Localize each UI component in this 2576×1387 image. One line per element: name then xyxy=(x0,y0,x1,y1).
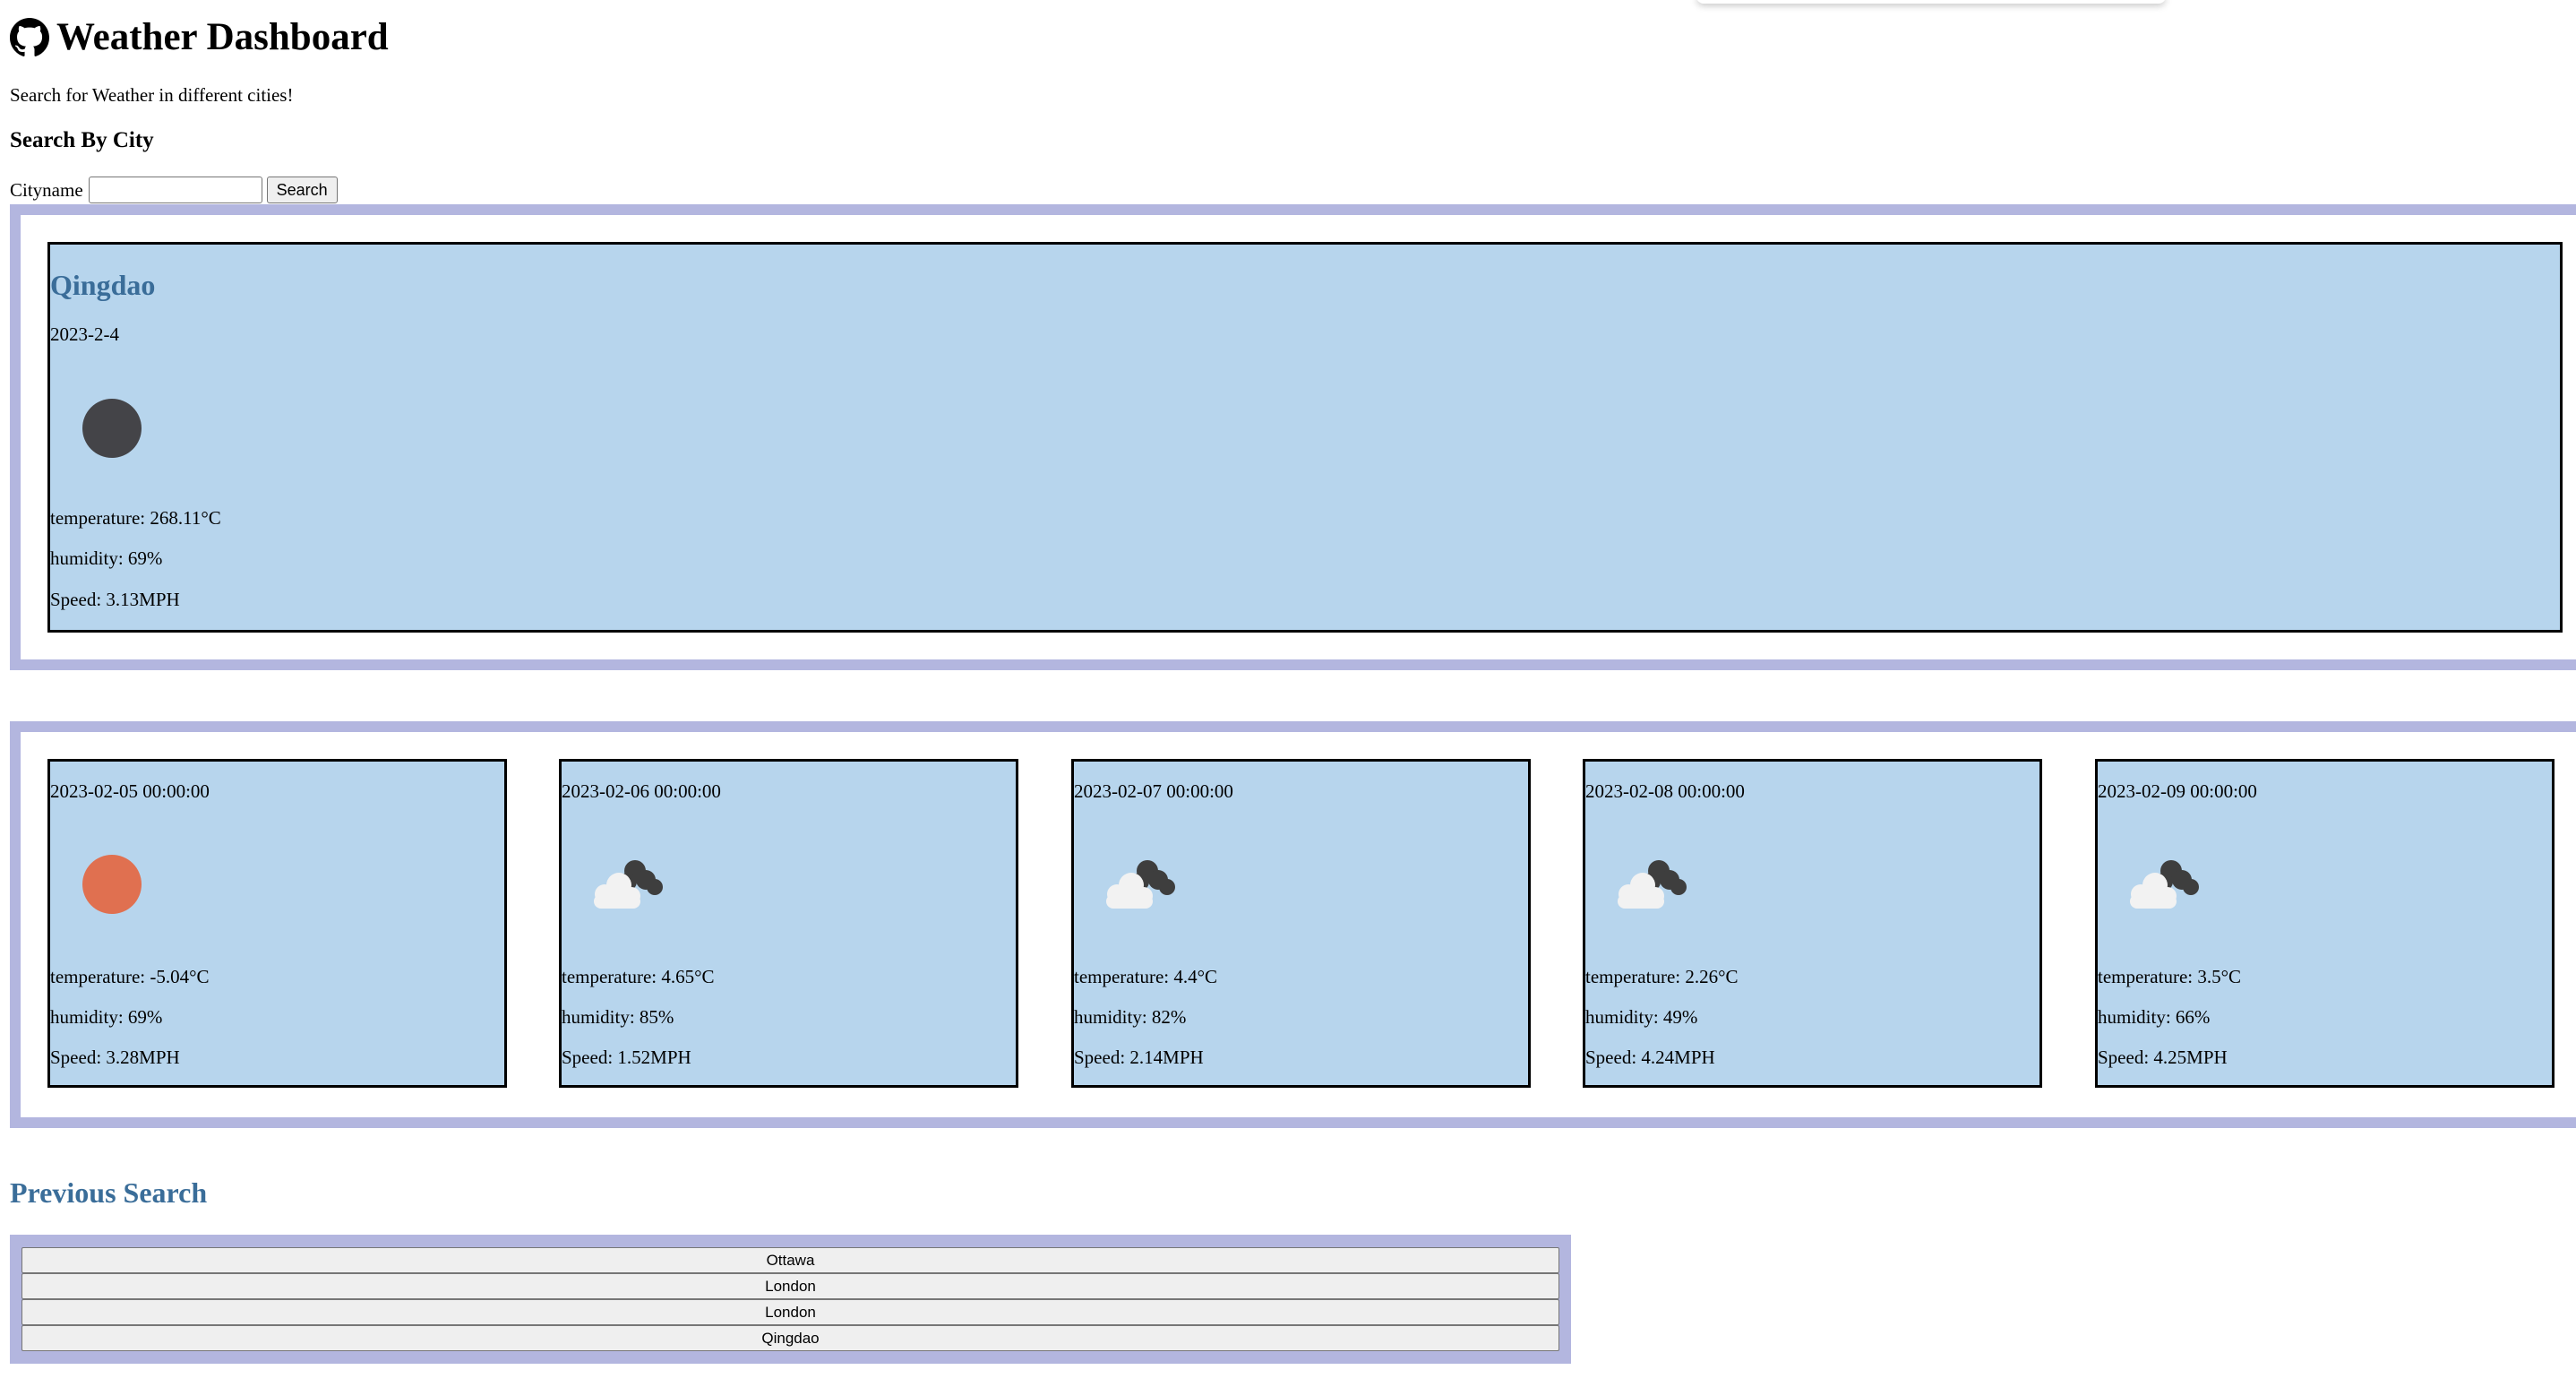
forecast-temperature: temperature: 4.65°C xyxy=(562,966,715,987)
history-item-ottawa[interactable]: Ottawa xyxy=(21,1247,1559,1273)
popup-edge xyxy=(1696,0,2166,4)
forecast-temperature: temperature: 4.4°C xyxy=(1074,966,1218,987)
forecast-date: 2023-02-09 00:00:00 xyxy=(2098,780,2257,802)
forecast-speed: Speed: 3.28MPH xyxy=(50,1047,180,1068)
broken-clouds-icon xyxy=(594,860,663,909)
forecast-card: 2023-02-08 00:00:00 temperature: 2.26°C … xyxy=(1583,759,2042,1088)
current-date: 2023-2-4 xyxy=(50,323,119,345)
cityname-input[interactable] xyxy=(88,177,262,203)
forecast-card: 2023-02-06 00:00:00 temperature: 4.65°C … xyxy=(559,759,1018,1088)
page-title: Weather Dashboard xyxy=(56,16,389,58)
history-item-qingdao[interactable]: Qingdao xyxy=(21,1325,1559,1351)
forecast-speed: Speed: 4.25MPH xyxy=(2098,1047,2228,1068)
forecast-humidity: humidity: 49% xyxy=(1585,1006,1698,1028)
city-name: Qingdao xyxy=(50,269,156,301)
forecast-card: 2023-02-07 00:00:00 temperature: 4.4°C h… xyxy=(1071,759,1531,1088)
sun-icon xyxy=(82,855,142,914)
forecast-speed: Speed: 1.52MPH xyxy=(562,1047,691,1068)
broken-clouds-icon xyxy=(1106,860,1175,909)
broken-clouds-icon xyxy=(2130,860,2199,909)
history-item-london[interactable]: London xyxy=(21,1273,1559,1299)
forecast-humidity: humidity: 82% xyxy=(1074,1006,1187,1028)
forecast-card: 2023-02-09 00:00:00 temperature: 3.5°C h… xyxy=(2095,759,2555,1088)
forecast-humidity: humidity: 66% xyxy=(2098,1006,2211,1028)
forecast-temperature: temperature: 2.26°C xyxy=(1585,966,1739,987)
previous-search-heading: Previous Search xyxy=(10,1176,208,1209)
search-button[interactable]: Search xyxy=(266,177,338,203)
cityname-label: Cityname xyxy=(10,178,83,201)
forecast-date: 2023-02-08 00:00:00 xyxy=(1585,780,1745,802)
forecast-speed: Speed: 2.14MPH xyxy=(1074,1047,1204,1068)
current-speed: Speed: 3.13MPH xyxy=(50,589,180,610)
forecast-date: 2023-02-05 00:00:00 xyxy=(50,780,210,802)
search-history-list: Ottawa London London Qingdao xyxy=(10,1235,1571,1364)
broken-clouds-icon xyxy=(1618,860,1687,909)
history-item-london[interactable]: London xyxy=(21,1299,1559,1325)
current-weather-card: Qingdao 2023-2-4 temperature: 268.11°C h… xyxy=(47,242,2563,633)
forecast-temperature: temperature: 3.5°C xyxy=(2098,966,2242,987)
forecast-panel: 2023-02-05 00:00:00 temperature: -5.04°C… xyxy=(10,721,2576,1128)
current-weather-panel: Qingdao 2023-2-4 temperature: 268.11°C h… xyxy=(10,204,2576,670)
forecast-date: 2023-02-06 00:00:00 xyxy=(562,780,721,802)
github-icon[interactable] xyxy=(10,18,49,57)
tagline: Search for Weather in different cities! xyxy=(10,84,294,106)
page-header: Weather Dashboard xyxy=(10,13,389,63)
forecast-date: 2023-02-07 00:00:00 xyxy=(1074,780,1233,802)
current-temperature: temperature: 268.11°C xyxy=(50,507,221,529)
moon-icon xyxy=(82,399,142,458)
forecast-humidity: humidity: 85% xyxy=(562,1006,674,1028)
forecast-humidity: humidity: 69% xyxy=(50,1006,163,1028)
search-heading: Search By City xyxy=(10,128,154,152)
search-form: Cityname Search xyxy=(10,177,338,203)
current-humidity: humidity: 69% xyxy=(50,547,163,569)
forecast-temperature: temperature: -5.04°C xyxy=(50,966,210,987)
forecast-speed: Speed: 4.24MPH xyxy=(1585,1047,1715,1068)
forecast-card: 2023-02-05 00:00:00 temperature: -5.04°C… xyxy=(47,759,507,1088)
